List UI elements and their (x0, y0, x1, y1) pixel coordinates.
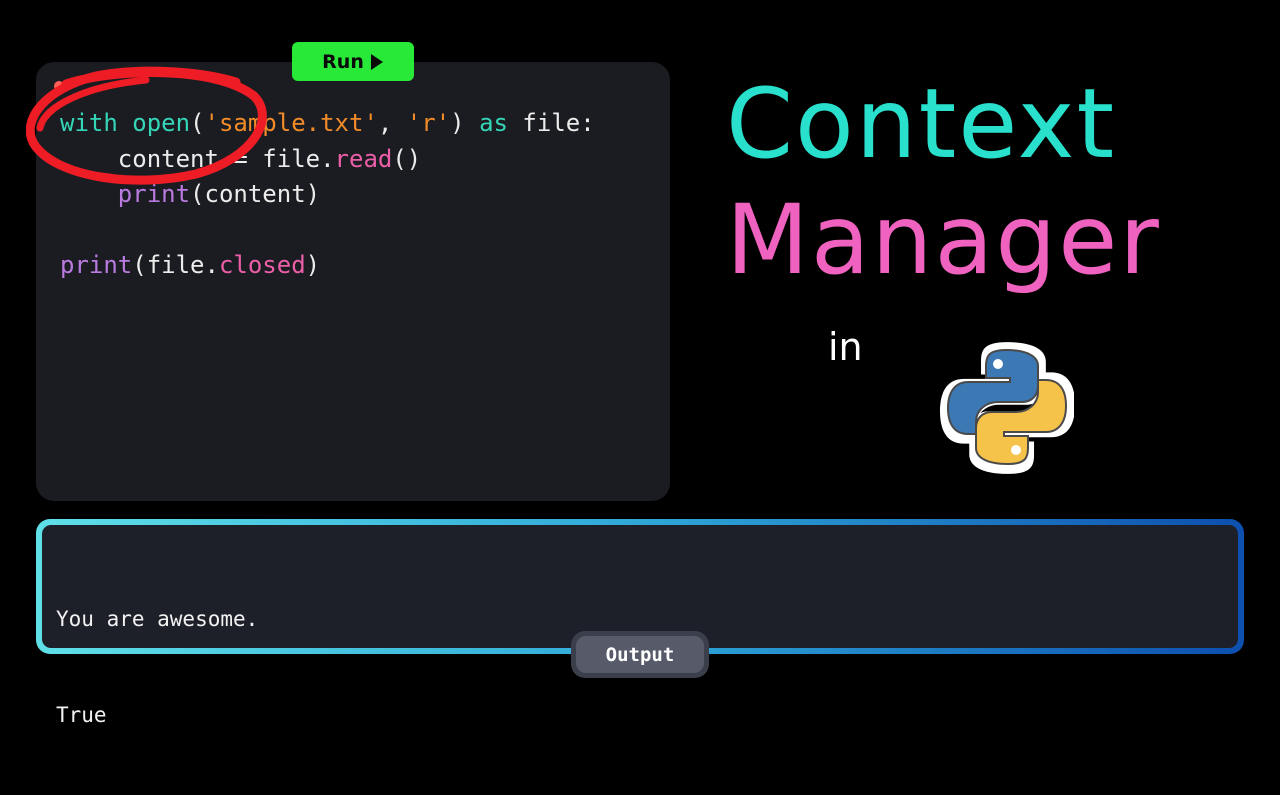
run-button-label: Run (322, 50, 364, 73)
output-line: True (56, 703, 107, 727)
python-logo-icon (940, 342, 1074, 474)
code-token: (file. (132, 251, 219, 279)
code-token: , (377, 109, 407, 137)
code-token: ) (450, 109, 480, 137)
output-tab-label: Output (576, 636, 704, 673)
annotation-circle-icon (26, 66, 267, 185)
code-token: ) (305, 251, 321, 279)
title-manager: Manager (726, 184, 1161, 296)
output-panel: You are awesome. True (42, 525, 1238, 727)
code-line: print(file.closed) (60, 248, 595, 284)
code-token: read (334, 144, 393, 173)
code-token: print (60, 251, 133, 279)
code-token: 'r' (406, 109, 451, 137)
output-tab[interactable]: Output (571, 631, 709, 678)
code-token: as (479, 109, 508, 137)
title-context: Context (726, 68, 1117, 180)
code-token: () (392, 144, 422, 173)
output-line: You are awesome. (56, 607, 259, 631)
run-button[interactable]: Run (292, 42, 414, 81)
output-text: You are awesome. True (56, 539, 258, 795)
title-connector: in (828, 325, 863, 369)
play-icon (370, 53, 383, 70)
code-token: closed (218, 251, 306, 279)
code-token: file: (507, 109, 595, 137)
